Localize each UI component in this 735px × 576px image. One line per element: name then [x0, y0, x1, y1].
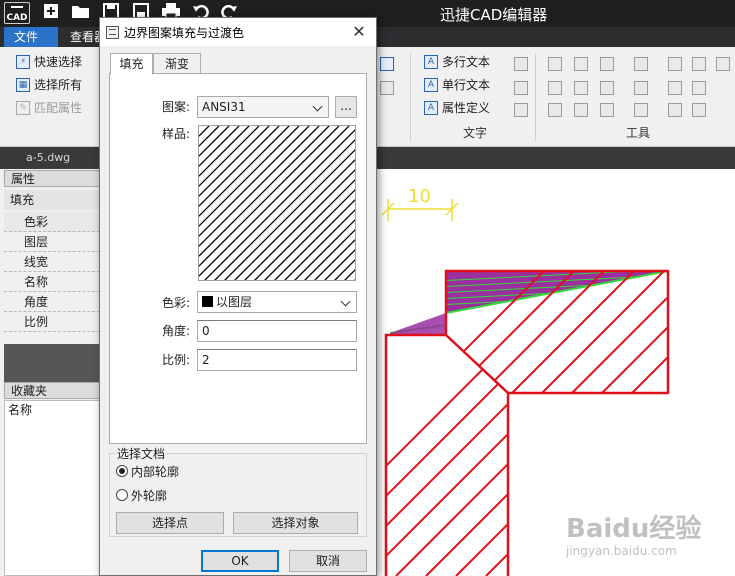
text-find-icon[interactable] — [514, 103, 528, 117]
pattern-sample-preview — [198, 125, 356, 281]
copy-icon[interactable] — [634, 57, 648, 71]
select-all-button[interactable]: ▦ 选择所有 — [14, 75, 82, 95]
color-swatch — [202, 296, 213, 307]
property-row-angle[interactable]: 角度 — [4, 292, 100, 312]
angle-label: 角度: — [162, 324, 191, 338]
sample-label: 样品: — [162, 127, 191, 141]
ok-button[interactable]: OK — [201, 550, 279, 572]
property-row-name[interactable]: 名称 — [4, 272, 100, 292]
region-icon[interactable] — [380, 81, 394, 95]
text-icon: A — [424, 78, 438, 92]
color-value: 以图层 — [216, 295, 253, 309]
properties-header[interactable]: 属性 — [4, 170, 100, 187]
match-properties-button[interactable]: ✎ 匹配属性 — [14, 98, 82, 118]
radio-inner-contour-label[interactable]: 内部轮廓 — [131, 463, 179, 480]
gradient-hatch-lower — [390, 313, 446, 335]
tab-gradient[interactable]: 渐变 — [153, 53, 201, 74]
scale-label: 比例: — [162, 353, 191, 367]
new-icon[interactable] — [40, 2, 62, 24]
app-title: 迅捷CAD编辑器 — [440, 6, 548, 24]
match-properties-icon: ✎ — [16, 101, 30, 115]
red-hatch-upper[interactable] — [376, 259, 735, 499]
dialog-app-icon — [106, 26, 119, 39]
rectangle-icon[interactable] — [548, 81, 562, 95]
text-button[interactable]: A 单行文本 — [422, 75, 490, 95]
attribute-definition-icon: A — [424, 101, 438, 115]
ansi31-hatch-preview — [199, 126, 355, 280]
favorites-list[interactable] — [4, 400, 100, 576]
scale-icon[interactable] — [600, 57, 614, 71]
insert-icon[interactable] — [668, 81, 682, 95]
group-separator — [410, 53, 411, 141]
close-icon[interactable]: ✕ — [346, 20, 372, 44]
group-separator — [535, 53, 536, 141]
pick-points-button[interactable]: 选择点 — [116, 512, 224, 534]
explode-icon[interactable] — [634, 81, 648, 95]
quick-select-button[interactable]: ⚡ 快速选择 — [14, 52, 82, 72]
pattern-label: 图案: — [162, 100, 191, 114]
group-text-label: 文字 — [463, 126, 488, 140]
watermark-brand: Baidu经验 — [566, 514, 702, 544]
layer-icon[interactable] — [716, 57, 730, 71]
panel-empty-area — [4, 344, 100, 382]
color-label: 色彩: — [162, 296, 191, 310]
text-style-icon[interactable] — [514, 57, 528, 71]
dimension-10[interactable]: 10 — [381, 186, 459, 221]
rotate-icon[interactable] — [574, 57, 588, 71]
fillet-icon[interactable] — [600, 103, 614, 117]
cancel-button[interactable]: 取消 — [289, 550, 367, 572]
color-dropdown[interactable]: 以图层 — [197, 291, 357, 313]
erase-icon[interactable] — [668, 103, 682, 117]
tab-fill[interactable]: 填充 — [110, 53, 153, 75]
array-icon[interactable] — [668, 57, 682, 71]
angle-input[interactable]: 0 — [197, 320, 357, 342]
app-logo-icon[interactable]: CAD — [4, 2, 30, 24]
trim-icon[interactable] — [600, 81, 614, 95]
browse-pattern-button[interactable]: ... — [335, 96, 357, 118]
mtext-icon: A — [424, 55, 438, 69]
document-tab[interactable]: a-5.dwg — [26, 151, 70, 164]
favorites-name-column: 名称 — [8, 403, 33, 417]
properties-icon[interactable] — [692, 103, 706, 117]
chevron-down-icon — [340, 292, 352, 312]
property-row-color[interactable]: 色彩 — [4, 212, 100, 232]
property-row-layer[interactable]: 图层 — [4, 232, 100, 252]
select-objects-button[interactable]: 选择对象 — [233, 512, 358, 534]
property-row-scale[interactable]: 比例 — [4, 312, 100, 332]
pattern-value: ANSI31 — [202, 100, 246, 114]
dialog-title-bar[interactable]: 边界图案填充与过渡色 ✕ — [100, 18, 376, 46]
chevron-down-icon — [312, 97, 324, 117]
properties-fill-dropdown[interactable]: 填充 — [4, 190, 100, 210]
select-all-icon: ▦ — [16, 78, 30, 92]
selection-group-title: 选择文档 — [115, 445, 168, 462]
chamfer-icon[interactable] — [634, 103, 648, 117]
quick-select-icon: ⚡ — [16, 55, 30, 69]
pattern-dropdown[interactable]: ANSI31 — [197, 96, 329, 118]
radio-outer-contour-label[interactable]: 外轮廓 — [131, 487, 167, 504]
mtext-button[interactable]: A 多行文本 — [422, 52, 490, 72]
scale-input[interactable]: 2 — [197, 349, 357, 371]
hatch-icon[interactable] — [380, 57, 394, 71]
attribute-definition-button[interactable]: A 属性定义 — [422, 98, 490, 118]
watermark-url: jingyan.baidu.com — [566, 544, 677, 558]
property-row-lineweight[interactable]: 线宽 — [4, 252, 100, 272]
menu-file[interactable]: 文件 — [4, 27, 58, 47]
offset-icon[interactable] — [548, 103, 562, 117]
text-edit-icon[interactable] — [514, 81, 528, 95]
block-icon[interactable] — [692, 57, 706, 71]
left-panel: 属性 填充 色彩 图层 线宽 名称 角度 比例 收藏夹 名称 — [0, 169, 100, 576]
group-tools-label: 工具 — [626, 126, 651, 140]
favorites-header[interactable]: 收藏夹 — [4, 382, 100, 399]
group-icon[interactable] — [692, 81, 706, 95]
move-icon[interactable] — [548, 57, 562, 71]
dimension-text: 10 — [408, 186, 431, 207]
radio-inner-contour[interactable] — [116, 465, 128, 477]
extend-icon[interactable] — [574, 81, 588, 95]
stretch-icon[interactable] — [574, 103, 588, 117]
dialog-title: 边界图案填充与过渡色 — [124, 26, 245, 40]
radio-outer-contour[interactable] — [116, 489, 128, 501]
open-icon[interactable] — [70, 2, 92, 24]
hatch-gradient-dialog: 边界图案填充与过渡色 ✕ 填充 渐变 图案: ANSI31 ... 样品: 色彩… — [99, 17, 377, 576]
